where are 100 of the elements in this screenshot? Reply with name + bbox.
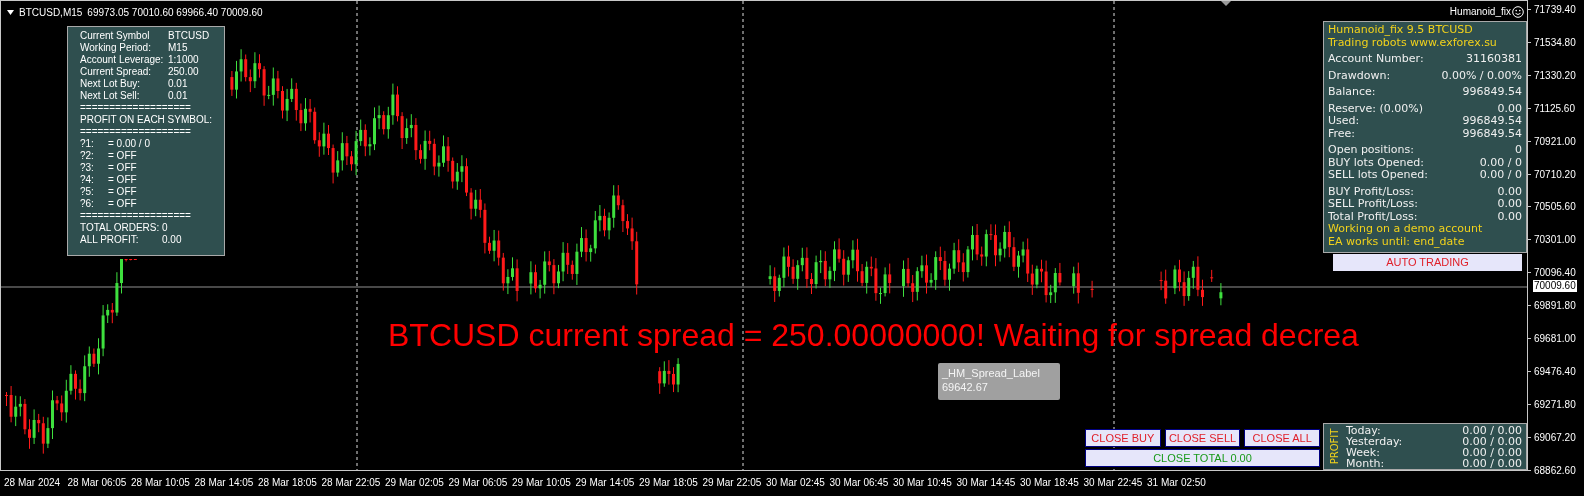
profit-label: Week: <box>1346 447 1380 458</box>
time-label: 30 Mar 10:45 <box>893 476 953 490</box>
profit-value: 0.00 / 0.00 <box>1462 458 1522 469</box>
panel-label: Account Number: <box>1328 53 1424 66</box>
tooltip-value: 69642.67 <box>942 380 989 394</box>
time-label: 28 Mar 18:05 <box>258 476 318 490</box>
panel-note: Trading robots www.exforex.su <box>1328 36 1498 49</box>
panel-label: Working Period: <box>80 42 152 54</box>
price-label: 69476.40 <box>1534 364 1576 379</box>
panel-value: 0.00 / 0 <box>1479 169 1522 182</box>
time-label: 29 Mar 22:05 <box>702 476 763 490</box>
close-button[interactable]: CLOSE SELL <box>1164 429 1241 447</box>
price-label: 70096.40 <box>1534 266 1576 281</box>
panel-label: ?2: <box>80 150 95 162</box>
time-label: 30 Mar 02:45 <box>766 476 826 490</box>
panel-label: Balance: <box>1328 86 1376 99</box>
panel-value: = OFF <box>108 174 137 186</box>
panel-note: EA works until: end_date <box>1328 235 1466 248</box>
auto-trading-button[interactable]: AUTO TRADING <box>1333 254 1522 271</box>
profit-title: PROFIT <box>1329 428 1341 465</box>
panel-value: 0.00 <box>162 234 182 246</box>
time-label: 30 Mar 06:45 <box>829 476 890 490</box>
panel-label: SELL lots Opened: <box>1328 169 1428 182</box>
profit-label: Month: <box>1346 458 1385 469</box>
panel-value: 0.01 <box>168 90 188 102</box>
time-label: 28 Mar 06:05 <box>67 476 128 490</box>
panel-note: Working on a demo account <box>1328 223 1484 236</box>
close-button[interactable]: CLOSE ALL <box>1244 429 1320 447</box>
panel-label: ?3: <box>80 162 95 174</box>
price-label: 69891.80 <box>1534 299 1576 314</box>
profit-label: Today: <box>1346 425 1381 436</box>
panel-label: Next Lot Sell: <box>80 90 141 102</box>
price-label: 71739.40 <box>1534 3 1576 17</box>
panel-label: Free: <box>1328 127 1356 140</box>
panel-value: = 0.00 / 0 <box>108 138 150 150</box>
panel-value: 0.00 <box>1497 185 1522 198</box>
panel-value: 0.00 <box>1497 210 1522 223</box>
panel-label: Account Leverage: <box>80 54 165 66</box>
current-price-label: 70009.60 <box>1533 280 1577 292</box>
panel-label: TOTAL ORDERS: <box>80 222 161 234</box>
time-label: 31 Mar 02:50 <box>1147 476 1207 490</box>
time-label: 29 Mar 02:05 <box>385 476 445 490</box>
panel-label: Open positions: <box>1328 144 1414 157</box>
panel-value: = OFF <box>108 162 137 174</box>
panel-value: 0.01 <box>168 78 188 90</box>
profit-label: Yesterday: <box>1346 436 1403 447</box>
time-label: 28 Mar 10:05 <box>131 476 191 490</box>
price-label: 69067.20 <box>1534 430 1576 445</box>
price-label: 70710.20 <box>1534 167 1576 182</box>
panel-value: 996849.54 <box>1462 127 1522 140</box>
panel-label: ALL PROFIT: <box>80 234 140 246</box>
chart-prices: 69973.05 70010.60 69966.40 70009.60 <box>87 6 263 20</box>
panel-text: =================== <box>80 210 192 222</box>
panel-label: ?4: <box>80 174 95 186</box>
panel-value: M15 <box>168 42 188 54</box>
price-label: 70301.00 <box>1534 233 1576 248</box>
price-label: 71330.20 <box>1534 68 1576 83</box>
panel-value: = OFF <box>108 198 137 210</box>
panel-value: 0 <box>1515 144 1522 157</box>
panel-label: Current Spread: <box>80 66 153 78</box>
price-label: 69271.80 <box>1534 397 1576 412</box>
chart-symbol: BTCUSD,M15 <box>19 6 83 20</box>
time-label: 28 Mar 22:05 <box>321 476 382 490</box>
spread-warning: BTCUSD current spread = 250.00000000! Waiting for spread decrea <box>388 316 1359 355</box>
panel-value: 0.00 / 0 <box>1479 156 1522 169</box>
price-label: 71125.60 <box>1534 101 1575 116</box>
panel-label: Current Symbol <box>80 30 151 42</box>
time-label: 28 Mar 2024 <box>4 476 62 490</box>
panel-value: 250.00 <box>168 66 199 78</box>
panel-value: 31160381 <box>1466 53 1522 66</box>
panel-label: Total Profit/Loss: <box>1328 210 1418 223</box>
time-label: 29 Mar 10:05 <box>512 476 572 490</box>
time-label: 29 Mar 06:05 <box>448 476 509 490</box>
panel-label: Next Lot Buy: <box>80 78 142 90</box>
time-label: 29 Mar 18:05 <box>639 476 699 490</box>
panel-value: 1:1000 <box>168 54 199 66</box>
price-label: 70921.00 <box>1534 134 1576 149</box>
price-label: 71534.80 <box>1534 35 1576 50</box>
close-button[interactable]: CLOSE TOTAL 0.00 <box>1085 449 1320 467</box>
panel-note: Humanoid_fix 9.5 BTCUSD <box>1328 24 1474 37</box>
time-label: 30 Mar 14:45 <box>956 476 1017 490</box>
panel-value: 0 <box>162 222 168 234</box>
time-label: 30 Mar 18:45 <box>1020 476 1080 490</box>
tooltip-title: _HM_Spread_Label <box>942 366 1041 380</box>
panel-text: PROFIT ON EACH SYMBOL: <box>80 114 214 126</box>
panel-label: SELL Profit/Loss: <box>1328 198 1418 211</box>
expert-name: Humanoid_fix <box>1449 5 1511 19</box>
panel-label: ?6: <box>80 198 95 210</box>
panel-label: ?1: <box>80 138 95 150</box>
time-label: 29 Mar 14:05 <box>575 476 636 490</box>
close-button[interactable]: CLOSE BUY <box>1085 429 1161 447</box>
panel-value: 996849.54 <box>1462 86 1522 99</box>
panel-value: BTCUSD <box>168 30 210 42</box>
panel-value: 996849.54 <box>1462 115 1522 128</box>
panel-value: = OFF <box>108 150 137 162</box>
panel-label: Used: <box>1328 115 1360 128</box>
profit-value: 0.00 / 0.00 <box>1462 425 1522 436</box>
panel-label: ?5: <box>80 186 95 198</box>
panel-value: 0.00 <box>1497 198 1522 211</box>
price-label: 69681.00 <box>1534 332 1576 346</box>
